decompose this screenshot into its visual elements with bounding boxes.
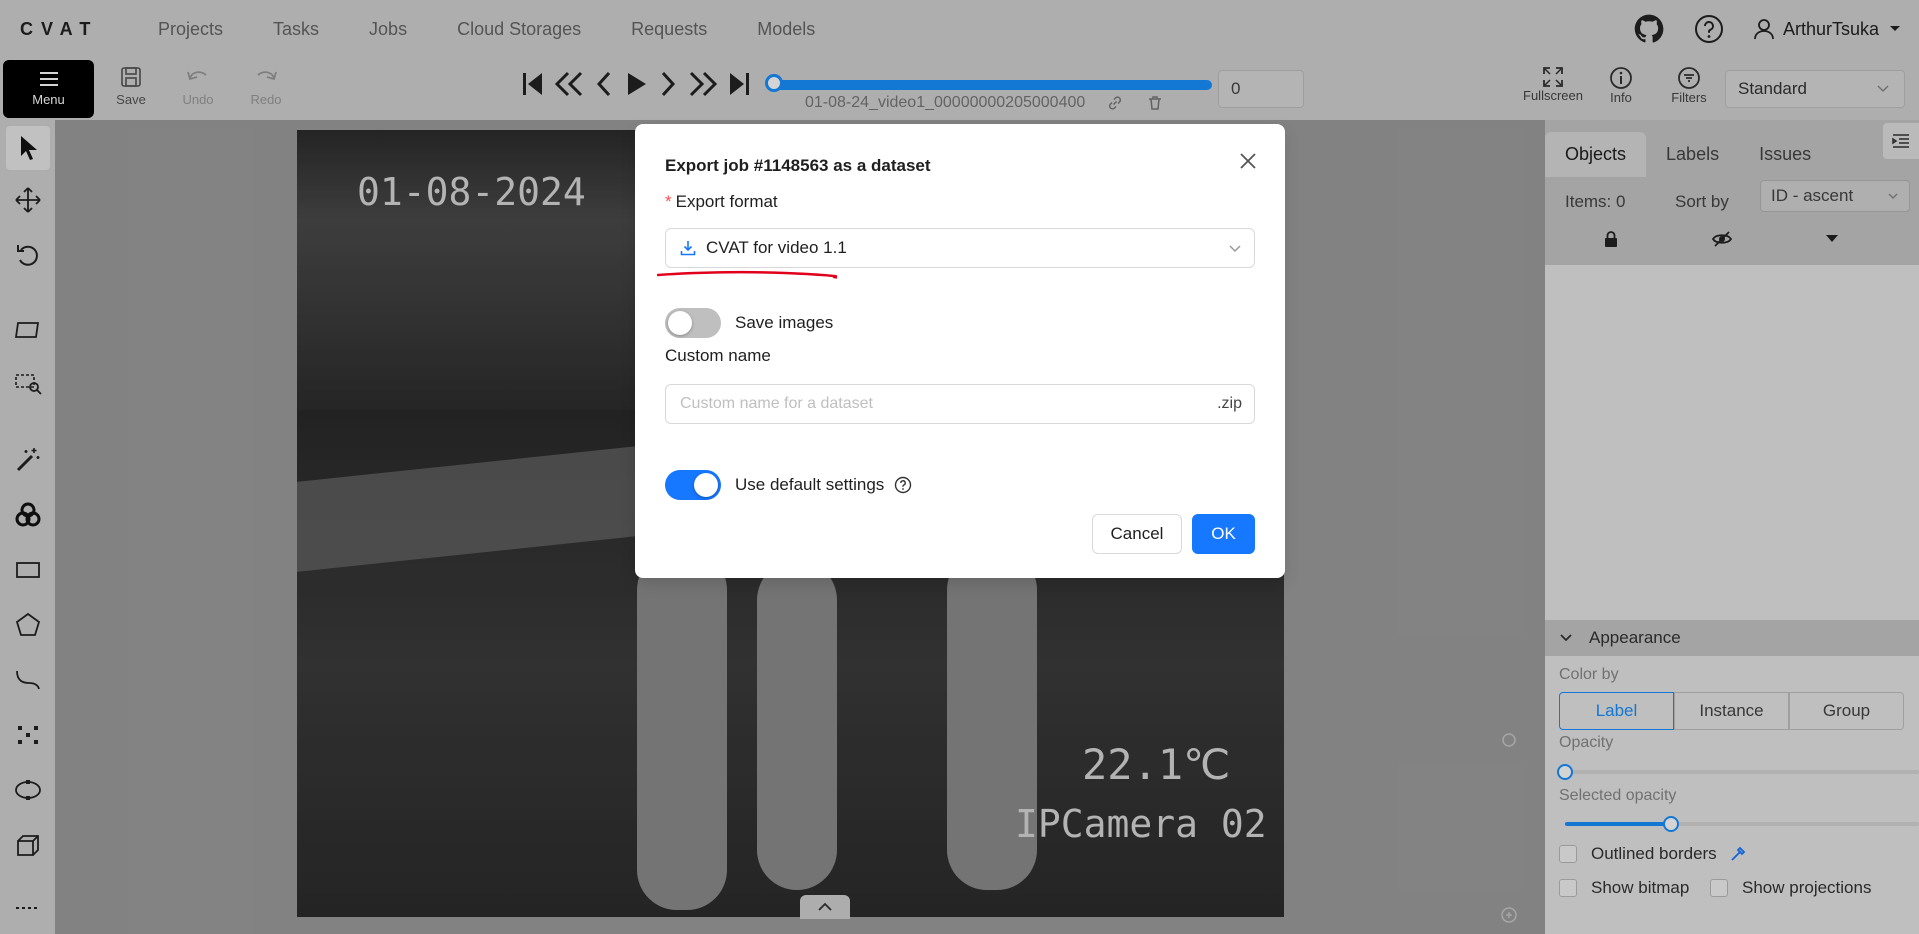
close-icon — [1240, 153, 1256, 169]
ok-button[interactable]: OK — [1192, 514, 1255, 554]
modal-title: Export job #1148563 as a dataset — [665, 156, 931, 175]
save-images-label: Save images — [735, 313, 834, 332]
custom-name-field[interactable]: .zip — [665, 384, 1255, 424]
switch-knob — [668, 311, 692, 335]
custom-name-label: Custom name — [665, 346, 771, 365]
switch-knob — [694, 473, 718, 497]
custom-name-input[interactable] — [666, 386, 1218, 422]
export-format-text: Export format — [675, 192, 778, 211]
use-default-settings-switch[interactable] — [665, 470, 721, 500]
close-button[interactable] — [1235, 148, 1261, 174]
zip-suffix: .zip — [1217, 395, 1242, 412]
export-dataset-modal: Export job #1148563 as a dataset * Export… — [635, 124, 1285, 578]
required-mark: * — [665, 192, 672, 211]
use-default-settings-text: Use default settings — [735, 475, 885, 494]
download-icon — [680, 240, 696, 256]
export-format-value: CVAT for video 1.1 — [706, 238, 847, 257]
export-format-select[interactable]: CVAT for video 1.1 — [665, 228, 1255, 268]
red-annotation-underline — [657, 270, 837, 279]
cancel-button[interactable]: Cancel — [1092, 514, 1182, 554]
save-images-switch[interactable] — [665, 308, 721, 338]
chevron-down-icon — [1229, 245, 1241, 253]
use-default-settings-label: Use default settings — [735, 475, 912, 495]
question-circle-icon[interactable] — [894, 476, 912, 494]
export-format-label: * Export format — [665, 192, 778, 212]
